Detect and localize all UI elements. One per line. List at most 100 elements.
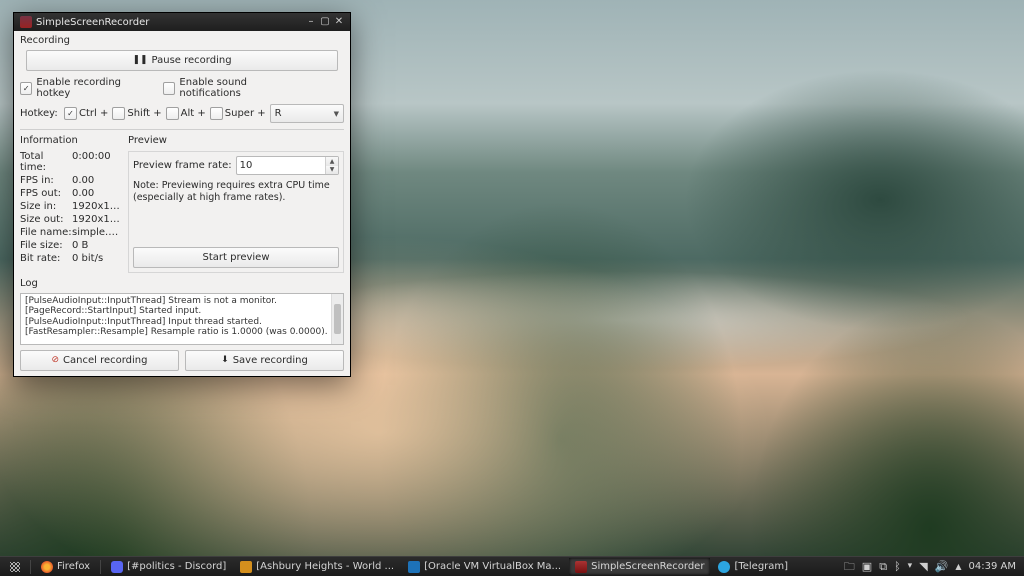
log-scrollbar[interactable] [331, 294, 343, 344]
fps-in-label: FPS in: [20, 175, 72, 186]
media-player-icon [240, 561, 252, 573]
taskbar-item-label: SimpleScreenRecorder [591, 561, 704, 572]
sound-notifications-label: Enable sound notifications [179, 77, 304, 99]
shift-checkbox[interactable]: Shift + [112, 107, 161, 120]
fps-out-value: 0.00 [72, 188, 120, 199]
taskbar-item-discord[interactable]: [#politics - Discord] [105, 558, 232, 575]
preview-frame-rate-label: Preview frame rate: [133, 160, 232, 171]
minimize-button[interactable]: – [304, 15, 318, 29]
app-launcher-button[interactable] [4, 558, 26, 575]
telegram-icon [718, 561, 730, 573]
ctrl-label: Ctrl + [79, 108, 108, 119]
hotkey-label: Hotkey: [20, 108, 60, 119]
fps-out-label: FPS out: [20, 188, 72, 199]
checkbox-icon [64, 107, 77, 120]
size-in-value: 1920x1080 [72, 201, 120, 212]
size-in-label: Size in: [20, 201, 72, 212]
close-button[interactable]: ✕ [332, 15, 346, 29]
log-line: [PageRecord::StartInput] Started input. [25, 306, 339, 316]
network-tray-icon[interactable]: ▾ [908, 562, 913, 571]
cancel-recording-label: Cancel recording [63, 355, 147, 366]
size-out-label: Size out: [20, 214, 72, 225]
taskbar-item-telegram[interactable]: [Telegram] [712, 558, 794, 575]
save-recording-button[interactable]: ⬇ Save recording [185, 350, 344, 371]
camera-tray-icon[interactable]: ▣ [862, 561, 872, 572]
taskbar-separator [30, 560, 31, 574]
preview-panel: Preview frame rate: 10 ▲ ▼ Note: Preview… [128, 151, 344, 273]
shift-label: Shift + [127, 108, 161, 119]
hotkey-key-value: R [275, 108, 282, 119]
fps-in-value: 0.00 [72, 175, 120, 186]
checkbox-icon [112, 107, 125, 120]
dropbox-tray-icon[interactable]: ⧉ [879, 561, 887, 572]
checkbox-icon [20, 82, 32, 95]
information-section-label: Information [20, 135, 120, 146]
save-recording-label: Save recording [233, 355, 308, 366]
discord-icon [111, 561, 123, 573]
super-label: Super + [225, 108, 266, 119]
taskbar-item-virtualbox[interactable]: [Oracle VM VirtualBox Ma... [402, 558, 567, 575]
taskbar-item-ssr[interactable]: SimpleScreenRecorder [569, 558, 710, 575]
size-out-value: 1920x1080 [72, 214, 120, 225]
taskbar: Firefox [#politics - Discord] [Ashbury H… [0, 556, 1024, 576]
enable-hotkey-checkbox[interactable]: Enable recording hotkey [20, 77, 151, 99]
file-name-value: simple...11.mp4 [72, 227, 120, 238]
chevron-up-tray-icon[interactable]: ▲ [955, 563, 961, 571]
taskbar-item-media[interactable]: [Ashbury Heights - World ... [234, 558, 400, 575]
start-preview-label: Start preview [202, 252, 269, 263]
launcher-icon [10, 562, 20, 572]
hotkey-key-select[interactable]: R ▼ [270, 104, 344, 123]
volume-tray-icon[interactable]: 🔊 [935, 561, 949, 572]
clock[interactable]: 04:39 AM [969, 561, 1016, 572]
file-name-label: File name: [20, 227, 72, 238]
alt-checkbox[interactable]: Alt + [166, 107, 206, 120]
alt-label: Alt + [181, 108, 206, 119]
folder-tray-icon[interactable]: 🗀 [844, 561, 855, 572]
app-window: SimpleScreenRecorder – ▢ ✕ Recording ❚❚ … [13, 12, 351, 377]
pause-recording-button[interactable]: ❚❚ Pause recording [26, 50, 338, 71]
total-time-label: Total time: [20, 151, 72, 173]
cancel-recording-button[interactable]: ⊘ Cancel recording [20, 350, 179, 371]
log-box[interactable]: [PulseAudioInput::InputThread] Stream is… [20, 293, 344, 345]
checkbox-icon [210, 107, 223, 120]
information-grid: Total time: 0:00:00 FPS in: 0.00 FPS out… [20, 151, 120, 264]
titlebar[interactable]: SimpleScreenRecorder – ▢ ✕ [14, 13, 350, 31]
bit-rate-label: Bit rate: [20, 253, 72, 264]
taskbar-item-label: [#politics - Discord] [127, 561, 226, 572]
ctrl-checkbox[interactable]: Ctrl + [64, 107, 108, 120]
spin-up-icon[interactable]: ▲ [326, 157, 338, 166]
taskbar-item-label: [Telegram] [734, 561, 788, 572]
spin-down-icon[interactable]: ▼ [326, 166, 338, 175]
checkbox-icon [163, 82, 175, 95]
bluetooth-tray-icon[interactable]: ᛒ [894, 561, 901, 572]
preview-section-label: Preview [128, 135, 344, 146]
taskbar-item-label: Firefox [57, 561, 90, 572]
maximize-button[interactable]: ▢ [318, 15, 332, 29]
preview-note: Note: Previewing requires extra CPU time… [133, 180, 339, 204]
cancel-icon: ⊘ [51, 356, 59, 365]
checkbox-icon [166, 107, 179, 120]
divider [20, 129, 344, 130]
total-time-value: 0:00:00 [72, 151, 120, 173]
taskbar-separator [100, 560, 101, 574]
wifi-tray-icon[interactable]: ◥ [919, 561, 927, 572]
system-tray: 🗀 ▣ ⧉ ᛒ ▾ ◥ 🔊 ▲ 04:39 AM [844, 561, 1020, 572]
taskbar-item-firefox[interactable]: Firefox [35, 558, 96, 575]
taskbar-item-label: [Oracle VM VirtualBox Ma... [424, 561, 561, 572]
chevron-down-icon: ▼ [334, 110, 339, 118]
sound-notifications-checkbox[interactable]: Enable sound notifications [163, 77, 304, 99]
log-line: [PulseAudioInput::InputThread] Input thr… [25, 317, 339, 327]
app-icon [20, 16, 32, 28]
pause-recording-label: Pause recording [152, 55, 232, 66]
bit-rate-value: 0 bit/s [72, 253, 120, 264]
firefox-icon [41, 561, 53, 573]
pause-icon: ❚❚ [132, 56, 147, 65]
super-checkbox[interactable]: Super + [210, 107, 266, 120]
start-preview-button[interactable]: Start preview [133, 247, 339, 268]
preview-frame-rate-value: 10 [240, 160, 253, 171]
taskbar-item-label: [Ashbury Heights - World ... [256, 561, 394, 572]
preview-frame-rate-input[interactable]: 10 ▲ ▼ [236, 156, 339, 175]
enable-hotkey-label: Enable recording hotkey [36, 77, 151, 99]
log-line: [FastResampler::Resample] Resample ratio… [25, 327, 339, 337]
ssr-icon [575, 561, 587, 573]
